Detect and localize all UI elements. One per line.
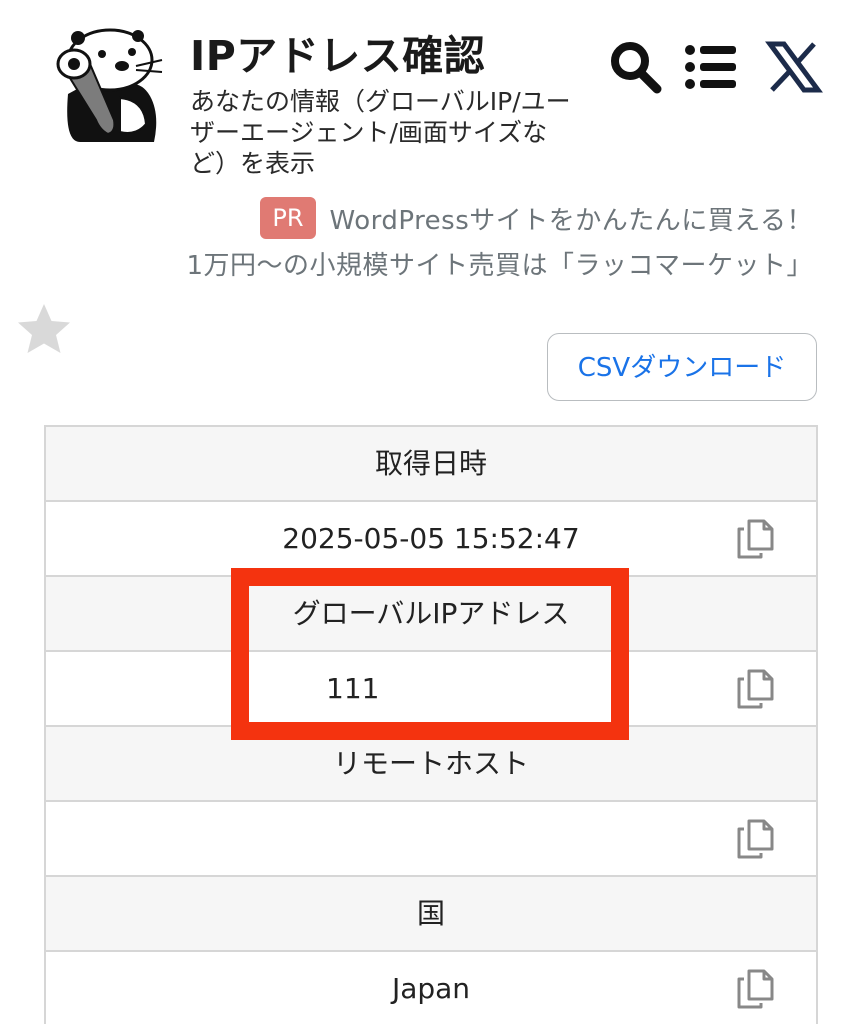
row-label-datetime: 取得日時 [374, 447, 487, 480]
site-logo[interactable] [50, 24, 168, 142]
table-row-header: 国 [46, 877, 816, 952]
table-row-header: リモートホスト [46, 727, 816, 802]
row-value-datetime: 2025-05-05 15:52:47 [282, 522, 580, 555]
x-logo-icon[interactable] [762, 36, 824, 98]
star-icon[interactable] [14, 300, 74, 360]
page-title[interactable]: IPアドレス確認 [190, 28, 485, 84]
table-row-value: 111 [46, 652, 816, 727]
otter-logo-icon [56, 28, 163, 142]
copy-icon[interactable] [736, 819, 774, 859]
promo-link-text[interactable]: WordPressサイトをかんたんに買える！ [330, 200, 813, 237]
table-row-value: Japan [46, 952, 816, 1024]
menu-icon[interactable] [680, 36, 742, 98]
table-row-header: 取得日時 [46, 427, 816, 502]
pr-badge: PR [260, 197, 316, 239]
table-row-header: グローバルIPアドレス [46, 577, 816, 652]
page-subtitle: あなたの情報（グローバルIP/ユーザーエージェント/画面サイズなど）を表示 [190, 87, 571, 178]
copy-icon[interactable] [736, 519, 774, 559]
search-icon[interactable] [604, 36, 666, 98]
row-value-remote-host [46, 802, 816, 875]
row-label-remote-host: リモートホスト [332, 747, 529, 780]
row-value-country: Japan [391, 972, 471, 1005]
row-label-country: 国 [416, 897, 445, 930]
info-table: 取得日時 2025-05-05 15:52:47 グローバルIPアドレス 111 [44, 425, 818, 1024]
table-row-value [46, 802, 816, 877]
page: IPアドレス確認 あなたの情報（グローバルIP/ユーザーエージェント/画面サイズ… [0, 0, 863, 1024]
csv-download-button[interactable]: CSVダウンロード [547, 333, 817, 401]
copy-icon[interactable] [736, 969, 774, 1009]
promo-link-text-2[interactable]: 1万円〜の小規模サイト売買は「ラッコマーケット」 [186, 243, 813, 289]
header-actions [600, 36, 825, 98]
copy-icon[interactable] [736, 669, 774, 709]
promo-line-1: PR WordPressサイトをかんたんに買える！ [260, 195, 813, 241]
table-row-value: 2025-05-05 15:52:47 [46, 502, 816, 577]
row-value-global-ip: 111 [326, 672, 380, 705]
row-label-global-ip: グローバルIPアドレス [292, 597, 570, 630]
